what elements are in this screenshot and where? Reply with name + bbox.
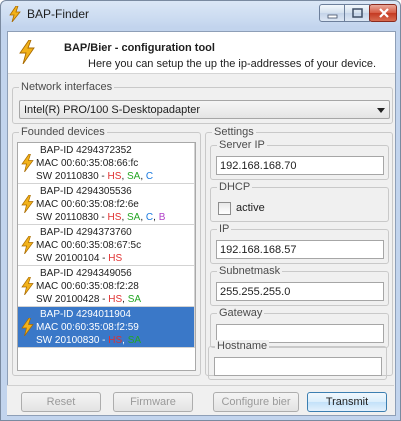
device-sw: SW 20100428 - HS, SA	[36, 294, 142, 305]
reset-button[interactable]: Reset	[21, 392, 101, 412]
lightning-icon	[21, 318, 34, 336]
device-id: BAP-ID 4294373760	[40, 227, 132, 238]
device-flag-b: B	[158, 212, 166, 223]
dhcp-group: DHCP active	[210, 181, 389, 222]
gateway-label: Gateway	[217, 307, 265, 320]
founded-devices-group: Founded devices BAP-ID 4294372352 MAC 00…	[12, 126, 201, 376]
ip-label: IP	[217, 223, 232, 236]
network-interface-select[interactable]: Intel(R) PRO/100 S-Desktopadapter	[19, 100, 390, 119]
hostname-group: Hostname	[208, 340, 387, 380]
button-bar: Reset Firmware Configure bier Transmit	[7, 385, 394, 415]
close-icon	[379, 8, 389, 18]
device-flag-hs: HS	[108, 253, 123, 264]
device-flag-c: C	[145, 171, 154, 182]
device-sw-version: SW 20110830 -	[36, 212, 108, 223]
minimize-button[interactable]	[319, 4, 345, 22]
dhcp-label: DHCP	[217, 181, 253, 194]
device-flag-sa: SA	[127, 294, 142, 305]
header-title: BAP/Bier - configuration tool	[64, 42, 215, 54]
lightning-icon	[21, 154, 34, 172]
close-button[interactable]	[369, 4, 397, 22]
device-sw: SW 20100830 - HS, SA	[36, 335, 142, 346]
device-sw: SW 20110830 - HS, SA, C	[36, 171, 154, 182]
title-bar[interactable]: BAP-Finder	[1, 1, 400, 27]
device-sw-version: SW 20110830 -	[36, 171, 108, 182]
device-flag-hs: HS	[107, 171, 122, 182]
device-sw-version: SW 20100428 -	[36, 294, 109, 305]
device-id: BAP-ID 4294011904	[40, 309, 131, 320]
lightning-icon	[9, 6, 21, 22]
subnetmask-group: Subnetmask 255.255.255.0	[210, 265, 389, 306]
lightning-icon	[19, 40, 35, 64]
device-item-selected[interactable]: BAP-ID 4294011904 MAC 00:60:35:08:f2:59 …	[18, 307, 195, 348]
firmware-button[interactable]: Firmware	[113, 392, 193, 412]
header-banner: BAP/Bier - configuration tool Here you c…	[8, 32, 395, 74]
server-ip-label: Server IP	[217, 139, 267, 152]
device-item[interactable]: BAP-ID 4294305536 MAC 00:60:35:08:f2:6e …	[18, 184, 195, 225]
dhcp-active-label[interactable]: active	[236, 202, 265, 214]
device-sw: SW 20100104 - HS	[36, 253, 122, 264]
device-flag-hs: HS	[108, 335, 123, 346]
device-mac: MAC 00:60:35:08:66:fc	[36, 158, 139, 169]
device-flag-sa: SA	[127, 212, 141, 223]
device-id: BAP-ID 4294372352	[40, 145, 132, 156]
server-ip-group: Server IP 192.168.168.70	[210, 139, 389, 180]
subnetmask-input[interactable]: 255.255.255.0	[216, 282, 384, 301]
ip-input[interactable]: 192.168.168.57	[216, 240, 384, 259]
device-item[interactable]: BAP-ID 4294349056 MAC 00:60:35:08:f2:28 …	[18, 266, 195, 307]
settings-legend: Settings	[212, 126, 256, 139]
server-ip-input[interactable]: 192.168.168.70	[216, 156, 384, 175]
device-list[interactable]: BAP-ID 4294372352 MAC 00:60:35:08:66:fc …	[17, 142, 196, 371]
device-mac: MAC 00:60:35:08:f2:6e	[36, 199, 139, 210]
device-flag-c: C	[145, 212, 154, 223]
device-flag-hs: HS	[107, 212, 122, 223]
network-interfaces-group: Network interfaces Intel(R) PRO/100 S-De…	[12, 81, 393, 124]
device-mac: MAC 00:60:35:08:f2:59	[36, 322, 139, 333]
dhcp-active-checkbox[interactable]	[218, 202, 231, 215]
device-flag-sa: SA	[127, 171, 141, 182]
device-item[interactable]: BAP-ID 4294372352 MAC 00:60:35:08:66:fc …	[18, 143, 195, 184]
ip-group: IP 192.168.168.57	[210, 223, 389, 264]
device-item[interactable]: BAP-ID 4294373760 MAC 00:60:35:08:67:5c …	[18, 225, 195, 266]
lightning-icon	[21, 195, 34, 213]
device-id: BAP-ID 4294349056	[40, 268, 132, 279]
transmit-button[interactable]: Transmit	[307, 392, 387, 412]
network-interface-value: Intel(R) PRO/100 S-Desktopadapter	[24, 104, 201, 116]
maximize-icon	[352, 8, 363, 18]
lightning-icon	[21, 277, 34, 295]
founded-devices-legend: Founded devices	[19, 126, 107, 139]
device-mac: MAC 00:60:35:08:f2:28	[36, 281, 139, 292]
device-sw: SW 20110830 - HS, SA, C, B	[36, 212, 166, 223]
device-flag-hs: HS	[108, 294, 123, 305]
header-subtitle: Here you can setup the up the ip-address…	[88, 58, 377, 70]
device-sw-version: SW 20100104 -	[36, 253, 109, 264]
device-sw-version: SW 20100830 -	[36, 335, 109, 346]
maximize-button[interactable]	[344, 4, 370, 22]
lightning-icon	[21, 236, 34, 254]
device-mac: MAC 00:60:35:08:67:5c	[36, 240, 142, 251]
window-title: BAP-Finder	[27, 7, 90, 21]
chevron-down-icon	[377, 108, 385, 113]
minimize-icon	[327, 14, 338, 19]
device-flag-sa: SA	[127, 335, 142, 346]
device-id: BAP-ID 4294305536	[40, 186, 132, 197]
configure-bier-button[interactable]: Configure bier	[213, 392, 299, 412]
subnetmask-label: Subnetmask	[217, 265, 283, 278]
network-interfaces-legend: Network interfaces	[19, 81, 115, 94]
hostname-input[interactable]	[214, 357, 382, 376]
hostname-label: Hostname	[215, 340, 270, 353]
